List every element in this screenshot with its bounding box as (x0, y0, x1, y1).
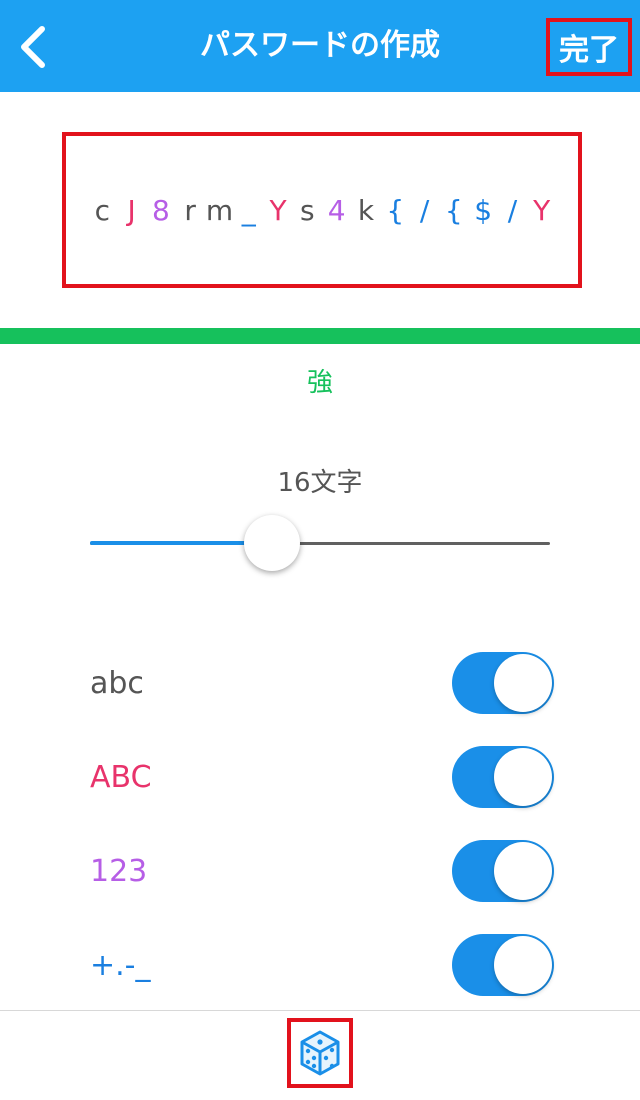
page-title: パスワードの作成 (200, 28, 440, 63)
toggle-knob (494, 748, 552, 806)
toggle-knob (494, 842, 552, 900)
option-row-symbols: +.-_ (0, 934, 640, 998)
password-char: / (507, 193, 518, 227)
password-char: r (184, 193, 196, 227)
password-char: k (357, 193, 375, 227)
password-char: Y (533, 193, 551, 227)
length-label: 16文字 (277, 468, 363, 498)
uppercase-toggle[interactable] (452, 746, 554, 808)
generated-password: c J 8 r m _ Ys 4 k { / { $ / Y (62, 132, 582, 288)
password-char: c (94, 193, 110, 227)
option-label-uppercase: ABC (90, 760, 152, 795)
password-text: c J 8 r m _ Ys 4 k { / { $ / Y (88, 194, 557, 227)
toggle-knob (494, 936, 552, 994)
option-row-uppercase: ABC (0, 746, 640, 810)
option-label-numbers: 123 (90, 854, 148, 889)
dice-icon (300, 1030, 340, 1076)
symbols-toggle[interactable] (452, 934, 554, 996)
slider-thumb[interactable] (243, 515, 300, 571)
password-char: 4 (327, 193, 346, 227)
password-char: J (127, 193, 136, 227)
regenerate-button[interactable] (287, 1018, 353, 1088)
strength-label: 強 (306, 368, 333, 398)
password-char: $ (474, 193, 493, 227)
nav-header: パスワードの作成 完了 (0, 0, 640, 92)
numbers-toggle[interactable] (452, 840, 554, 902)
option-label-symbols: +.-_ (90, 948, 151, 983)
length-slider[interactable] (90, 514, 550, 574)
password-char: / (419, 193, 430, 227)
password-char: m (205, 193, 234, 227)
password-char: { (444, 193, 463, 227)
option-row-lowercase: abc (0, 652, 640, 716)
done-button[interactable]: 完了 (546, 18, 632, 76)
strength-bar (0, 328, 640, 344)
password-char: Y (269, 193, 287, 227)
option-label-lowercase: abc (90, 666, 144, 701)
option-row-numbers: 123 (0, 840, 640, 904)
lowercase-toggle[interactable] (452, 652, 554, 714)
password-char: s (300, 193, 315, 227)
toggle-knob (494, 654, 552, 712)
footer-divider (0, 1010, 640, 1011)
password-char: 8 (151, 193, 170, 227)
password-char: _ (241, 193, 256, 227)
password-char: { (386, 193, 405, 227)
